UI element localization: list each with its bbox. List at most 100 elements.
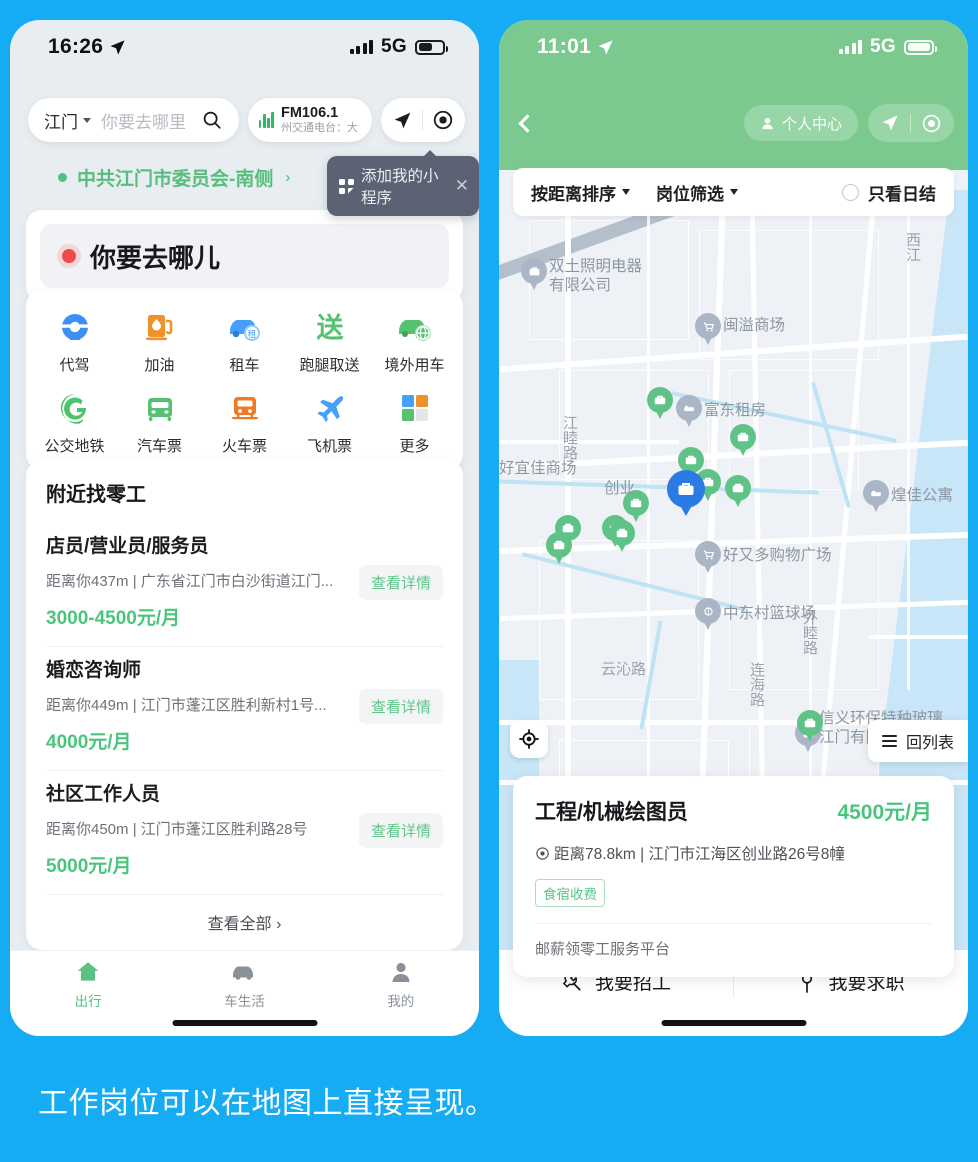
poi-dot-icon bbox=[58, 173, 67, 182]
job-marker[interactable] bbox=[546, 532, 572, 566]
navigation-arrow-icon[interactable] bbox=[392, 110, 413, 131]
job-marker[interactable] bbox=[797, 710, 823, 744]
poi-label: 中东村篮球场 bbox=[723, 605, 817, 622]
view-all-jobs-button[interactable]: 查看全部 › bbox=[46, 895, 443, 950]
service-label: 汽车票 bbox=[136, 438, 182, 455]
service-paotui[interactable]: 送 跑腿取送 bbox=[287, 308, 372, 375]
map-poi-pin[interactable] bbox=[695, 541, 721, 575]
destination-input[interactable]: 你要去哪儿 bbox=[40, 224, 449, 288]
map-block bbox=[699, 230, 879, 360]
battery-icon bbox=[415, 39, 448, 55]
job-marker-selected[interactable] bbox=[667, 470, 705, 518]
fm-radio-widget[interactable]: FM106.1 州交通电台：大 bbox=[247, 98, 372, 142]
locate-target-icon[interactable] bbox=[432, 109, 454, 131]
left-search-row: 江门 你要去哪里 FM106.1 州交通电台：大 bbox=[28, 98, 465, 142]
caption-text: 工作岗位可以在地图上直接呈现。 bbox=[38, 1087, 496, 1120]
chevron-down-icon bbox=[730, 189, 738, 195]
divider bbox=[535, 923, 932, 924]
job-list-item[interactable]: 店员/营业员/服务员 距离你437m | 广东省江门市白沙街道江门... 300… bbox=[46, 523, 443, 647]
service-label: 代驾 bbox=[59, 357, 90, 374]
service-feijipiao[interactable]: 飞机票 bbox=[287, 389, 372, 456]
locate-me-button[interactable] bbox=[510, 720, 548, 758]
service-label: 飞机票 bbox=[306, 438, 352, 455]
city-selector-label[interactable]: 江门 bbox=[44, 108, 78, 133]
svg-text:送: 送 bbox=[316, 313, 343, 343]
steering-wheel-icon bbox=[57, 308, 93, 346]
job-detail-button[interactable]: 查看详情 bbox=[358, 813, 443, 848]
map-pin-icon bbox=[536, 846, 549, 860]
left-status-time: 16:26 bbox=[48, 35, 104, 58]
right-map-controls bbox=[868, 104, 954, 142]
service-huochepiao[interactable]: 火车票 bbox=[202, 389, 287, 456]
job-detail-card[interactable]: 工程/机械绘图员 4500元/月 距离78.8km | 江门市江海区创业路26号… bbox=[513, 776, 954, 977]
service-gengduo[interactable]: 更多 bbox=[372, 389, 457, 456]
radio-icon[interactable] bbox=[842, 183, 859, 201]
home-indicator bbox=[172, 1020, 317, 1026]
nearby-jobs-card: 附近找零工 店员/营业员/服务员 距离你437m | 广东省江门市白沙街道江门.… bbox=[26, 460, 463, 950]
person-icon bbox=[392, 962, 410, 982]
right-status-bar: 11:01 5G bbox=[499, 20, 968, 74]
job-meta: 距离你449m | 江门市蓬江区胜利新村1号... bbox=[46, 697, 327, 714]
home-icon bbox=[77, 962, 99, 981]
services-grid: 代驾 加油 租 租车 送 跑腿取送 境外用车 公交地铁 汽车票 火车票 飞机票 … bbox=[32, 308, 457, 456]
equalizer-icon bbox=[258, 112, 274, 128]
chevron-right-icon[interactable]: › bbox=[285, 169, 290, 186]
profile-center-button[interactable]: 个人中心 bbox=[743, 105, 858, 141]
tab-label: 我的 bbox=[387, 994, 415, 1009]
caption-bar: 工作岗位可以在地图上直接呈现。 bbox=[0, 1060, 978, 1162]
search-input[interactable]: 你要去哪里 bbox=[101, 108, 201, 133]
job-marker[interactable] bbox=[647, 387, 673, 421]
daily-settle-toggle[interactable]: 只看日结 bbox=[842, 180, 936, 205]
service-daijia[interactable]: 代驾 bbox=[32, 308, 117, 375]
add-miniprogram-tooltip[interactable]: 添加我的小程序 ✕ bbox=[327, 150, 479, 216]
job-detail-button[interactable]: 查看详情 bbox=[358, 689, 443, 724]
person-icon bbox=[762, 117, 773, 129]
current-poi[interactable]: 中共江门市委员会-南侧 › bbox=[58, 164, 290, 191]
divider bbox=[910, 114, 911, 132]
map-poi-pin[interactable] bbox=[695, 598, 721, 632]
view-all-label: 查看全部 bbox=[207, 916, 272, 933]
poi-label: 好宜佳商场 bbox=[499, 460, 577, 477]
mini-program-icon bbox=[339, 178, 354, 194]
fm-subtitle: 州交通电台：大 bbox=[281, 121, 358, 134]
map-controls bbox=[381, 98, 465, 142]
detail-job-title: 工程/机械绘图员 bbox=[535, 801, 688, 824]
destination-card[interactable]: 你要去哪儿 bbox=[26, 210, 463, 302]
job-filter-dropdown[interactable]: 岗位筛选 bbox=[656, 180, 738, 205]
map-poi-pin[interactable] bbox=[863, 480, 889, 514]
sort-by-distance-dropdown[interactable]: 按距离排序 bbox=[531, 180, 630, 205]
job-marker[interactable] bbox=[725, 475, 751, 509]
road bbox=[869, 635, 968, 639]
service-gongjiao[interactable]: 公交地铁 bbox=[32, 389, 117, 456]
map-poi-pin[interactable] bbox=[695, 313, 721, 347]
locate-target-icon[interactable] bbox=[921, 113, 942, 134]
service-jingwai[interactable]: 境外用车 bbox=[372, 308, 457, 375]
tab-chuxing[interactable]: 出行 bbox=[10, 959, 166, 1036]
job-salary: 4000元/月 bbox=[46, 732, 132, 753]
map-poi-pin[interactable] bbox=[521, 258, 547, 292]
tab-wode[interactable]: 我的 bbox=[323, 959, 479, 1036]
service-zuche[interactable]: 租 租车 bbox=[202, 308, 287, 375]
screenshot-root: 16:26 5G 江门 你要去哪里 FM106.1 州交通电台：大 中共江门市委… bbox=[0, 0, 978, 1162]
job-meta: 距离你437m | 广东省江门市白沙街道江门... bbox=[46, 573, 334, 590]
search-bar[interactable]: 江门 你要去哪里 bbox=[28, 98, 239, 142]
job-list-item[interactable]: 社区工作人员 距离你450m | 江门市蓬江区胜利路28号 5000元/月 查看… bbox=[46, 771, 443, 895]
service-qichepiao[interactable]: 汽车票 bbox=[117, 389, 202, 456]
service-jiayou[interactable]: 加油 bbox=[117, 308, 202, 375]
more-grid-icon bbox=[399, 389, 431, 427]
job-marker[interactable] bbox=[730, 424, 756, 458]
search-icon[interactable] bbox=[201, 109, 223, 131]
back-to-list-button[interactable]: 回列表 bbox=[867, 720, 968, 762]
close-icon[interactable]: ✕ bbox=[455, 176, 469, 196]
map-poi-pin[interactable] bbox=[676, 395, 702, 429]
flight-ticket-icon bbox=[312, 389, 348, 427]
destination-placeholder: 你要去哪儿 bbox=[90, 242, 221, 273]
chevron-down-icon[interactable] bbox=[83, 117, 91, 123]
job-list-item[interactable]: 婚恋咨询师 距离你449m | 江门市蓬江区胜利新村1号... 4000元/月 … bbox=[46, 647, 443, 771]
back-to-list-label: 回列表 bbox=[905, 735, 954, 752]
job-detail-button[interactable]: 查看详情 bbox=[358, 565, 443, 600]
navigation-arrow-icon[interactable] bbox=[880, 113, 900, 133]
job-marker[interactable] bbox=[609, 520, 635, 554]
back-chevron-icon[interactable] bbox=[518, 113, 537, 133]
poi-label: 富东租房 bbox=[704, 402, 767, 419]
